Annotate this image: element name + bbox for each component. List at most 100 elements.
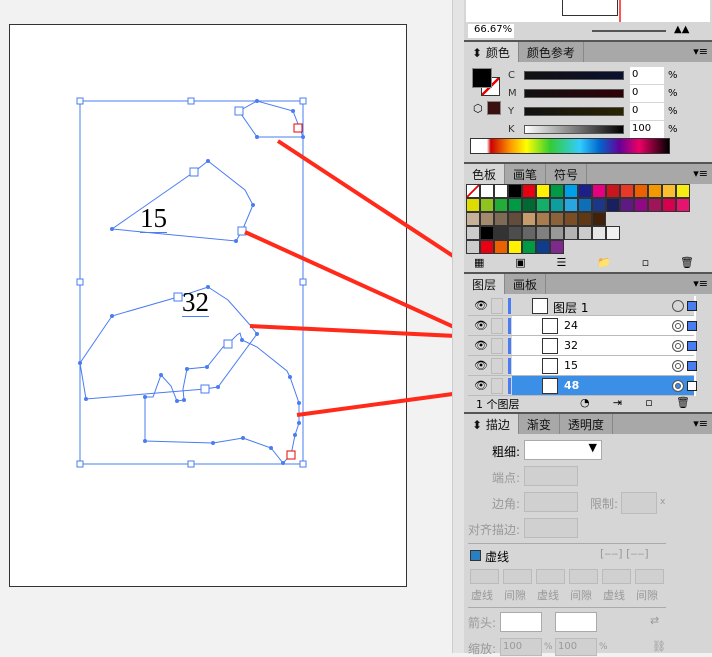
color-swatch[interactable] xyxy=(648,184,662,198)
color-swatch[interactable] xyxy=(508,184,522,198)
zoom-field[interactable]: 66.67% xyxy=(468,24,514,38)
color-swatch[interactable] xyxy=(578,226,592,240)
dash-input[interactable] xyxy=(470,569,499,584)
color-swatch[interactable] xyxy=(550,198,564,212)
limit-input[interactable] xyxy=(621,492,657,514)
color-swatch[interactable] xyxy=(494,226,508,240)
show-kinds-icon[interactable]: ▣ xyxy=(515,256,525,269)
visibility-eye-icon[interactable]: 👁 xyxy=(473,379,489,393)
sublayer-row[interactable]: 👁 48 xyxy=(468,376,697,396)
color-swatch[interactable] xyxy=(536,184,550,198)
lock-toggle[interactable] xyxy=(491,318,503,334)
swatch-options-icon[interactable]: ☰ xyxy=(556,256,566,269)
color-swatch[interactable] xyxy=(550,240,564,254)
color-swatch[interactable] xyxy=(620,184,634,198)
new-layer-icon[interactable]: ▫ xyxy=(645,396,652,409)
zoom-slider[interactable] xyxy=(592,30,666,32)
zoom-in-icon[interactable]: ▲▲ xyxy=(674,24,689,35)
item-name[interactable]: 32 xyxy=(564,339,578,352)
text-label-15[interactable]: 15 xyxy=(140,205,167,233)
color-spectrum[interactable] xyxy=(470,138,670,154)
color-swatch[interactable] xyxy=(578,184,592,198)
panel-menu-icon[interactable]: ▾≡ xyxy=(693,417,708,430)
selection-indicator[interactable] xyxy=(687,301,697,311)
color-swatch[interactable] xyxy=(564,198,578,212)
lock-toggle[interactable] xyxy=(491,298,503,314)
color-swatch[interactable] xyxy=(592,184,606,198)
color-swatch[interactable] xyxy=(564,184,578,198)
visibility-eye-icon[interactable]: 👁 xyxy=(473,299,489,313)
slider-m[interactable]: M 0% xyxy=(508,84,678,102)
sublayer-row[interactable]: 👁 15 xyxy=(468,356,697,376)
color-swatch[interactable] xyxy=(480,198,494,212)
dash-input[interactable] xyxy=(536,569,565,584)
sublayer-row[interactable]: 👁 32 xyxy=(468,336,697,356)
dash-input[interactable] xyxy=(602,569,631,584)
color-swatch[interactable] xyxy=(466,198,480,212)
color-swatch[interactable] xyxy=(480,212,494,226)
lock-toggle[interactable] xyxy=(491,358,503,374)
tab-gradient[interactable]: 渐变 xyxy=(519,414,560,434)
color-swatch[interactable] xyxy=(522,240,536,254)
new-group-icon[interactable]: 📁 xyxy=(597,256,611,269)
color-swatch[interactable] xyxy=(592,212,606,226)
new-sublayer-icon[interactable]: ⇥ xyxy=(613,396,622,409)
trash-icon[interactable]: 🗑 xyxy=(680,256,694,269)
color-swatch[interactable] xyxy=(550,212,564,226)
text-label-32[interactable]: 32 xyxy=(182,289,209,317)
color-swatch[interactable] xyxy=(536,198,550,212)
color-swatch[interactable] xyxy=(508,226,522,240)
color-swatch[interactable] xyxy=(522,184,536,198)
tab-stroke[interactable]: ⬍ 描边 xyxy=(464,414,519,434)
target-icon[interactable] xyxy=(672,300,684,312)
color-swatch[interactable] xyxy=(550,226,564,240)
color-swatch[interactable] xyxy=(508,240,522,254)
lock-toggle[interactable] xyxy=(491,338,503,354)
color-swatch[interactable] xyxy=(564,212,578,226)
navigator-preview[interactable] xyxy=(466,0,710,22)
color-swatch[interactable] xyxy=(522,198,536,212)
swap-arrowheads-icon[interactable]: ⇄ xyxy=(650,614,659,627)
color-swatch[interactable] xyxy=(634,184,648,198)
color-swatch[interactable] xyxy=(466,212,480,226)
target-icon[interactable] xyxy=(672,340,684,352)
color-swatch[interactable] xyxy=(480,226,494,240)
color-swatch[interactable] xyxy=(662,184,676,198)
library-menu-icon[interactable]: ▦ xyxy=(474,256,484,269)
vertical-scrollbar[interactable] xyxy=(452,0,464,653)
color-swatch[interactable] xyxy=(648,198,662,212)
tab-color[interactable]: ⬍ 颜色 xyxy=(464,42,519,62)
item-name[interactable]: 24 xyxy=(564,319,578,332)
visibility-eye-icon[interactable]: 👁 xyxy=(473,339,489,353)
tab-brushes[interactable]: 画笔 xyxy=(505,164,547,184)
panel-menu-icon[interactable]: ▾≡ xyxy=(693,277,708,290)
color-swatch[interactable] xyxy=(494,212,508,226)
align-buttons[interactable] xyxy=(524,518,578,538)
color-swatch[interactable] xyxy=(536,212,550,226)
selection-indicator[interactable] xyxy=(687,381,697,391)
link-icon[interactable]: ⛓ xyxy=(652,640,666,653)
color-swatch[interactable] xyxy=(480,240,494,254)
corner-buttons[interactable] xyxy=(524,492,578,512)
target-icon[interactable] xyxy=(672,360,684,372)
trash-icon[interactable]: 🗑 xyxy=(676,396,690,409)
color-swatch[interactable] xyxy=(494,198,508,212)
color-swatch[interactable] xyxy=(606,198,620,212)
registration-swatch[interactable] xyxy=(480,184,494,198)
color-swatch[interactable] xyxy=(550,184,564,198)
color-swatch[interactable] xyxy=(592,226,606,240)
color-swatch[interactable] xyxy=(522,226,536,240)
item-name[interactable]: 48 xyxy=(564,379,579,392)
color-swatch[interactable] xyxy=(508,212,522,226)
scale-start-input[interactable]: 100 xyxy=(500,638,542,656)
folder-icon[interactable] xyxy=(466,240,480,254)
tab-color-guide[interactable]: 颜色参考 xyxy=(519,42,584,62)
none-swatch[interactable] xyxy=(466,184,480,198)
document-canvas[interactable]: 15 32 xyxy=(0,0,545,653)
lock-toggle[interactable] xyxy=(491,378,503,394)
arrowhead-end-select[interactable] xyxy=(555,612,597,632)
color-swatch[interactable] xyxy=(578,198,592,212)
color-swatch[interactable] xyxy=(578,212,592,226)
panel-menu-icon[interactable]: ▾≡ xyxy=(693,167,708,180)
color-swatch[interactable] xyxy=(662,198,676,212)
